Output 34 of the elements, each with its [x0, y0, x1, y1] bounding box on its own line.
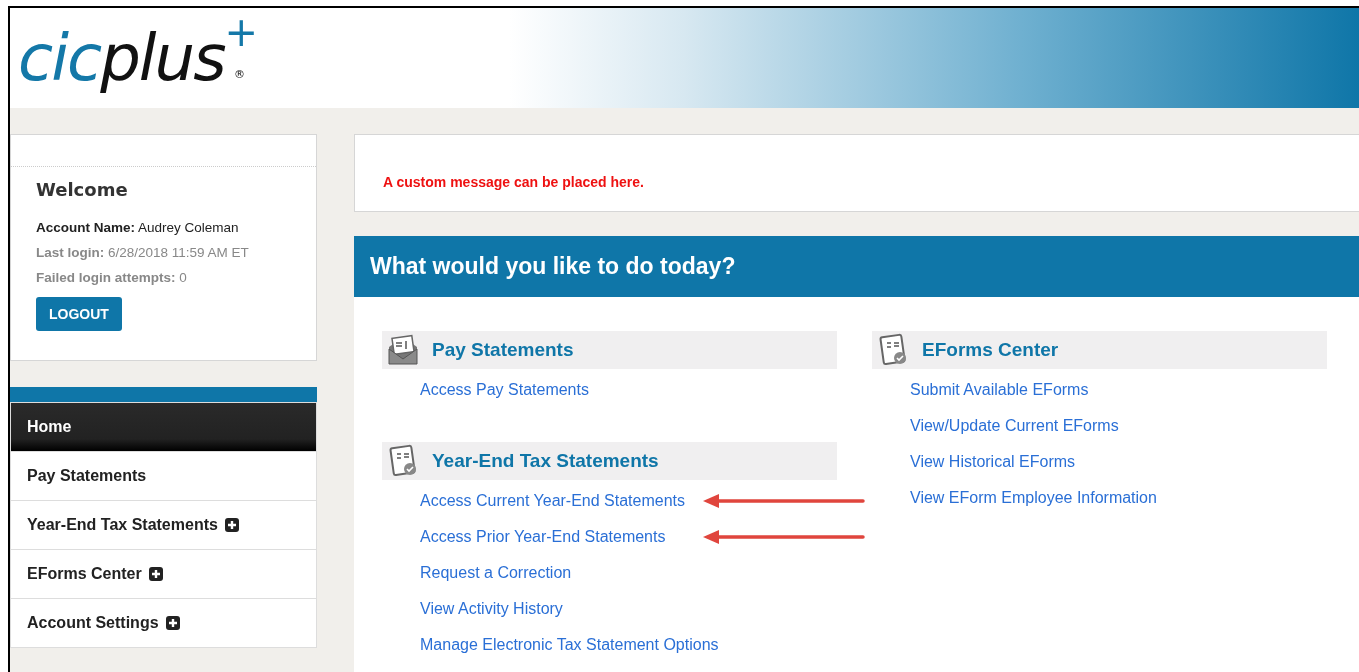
- section-title: Pay Statements: [432, 339, 574, 361]
- welcome-title: Welcome: [36, 179, 129, 200]
- action-link[interactable]: Access Pay Statements: [420, 381, 589, 399]
- nav-item[interactable]: EForms Center: [11, 549, 316, 598]
- action-link[interactable]: Submit Available EForms: [910, 381, 1089, 399]
- logout-button[interactable]: LOGOUT: [36, 297, 122, 331]
- action-link[interactable]: Access Prior Year-End Statements: [420, 528, 666, 546]
- expand-icon[interactable]: [148, 567, 163, 581]
- action-link[interactable]: Access Current Year-End Statements: [420, 492, 686, 510]
- nav-label: Home: [27, 418, 72, 436]
- action-link[interactable]: View EForm Employee Information: [910, 489, 1157, 507]
- section-title: Year-End Tax Statements: [432, 450, 659, 472]
- nav-item[interactable]: Year-End Tax Statements: [11, 500, 316, 549]
- failed-login-attempts: Failed login attempts: 0: [36, 270, 188, 285]
- action-link[interactable]: View/Update Current EForms: [910, 417, 1119, 435]
- action-link[interactable]: View Activity History: [420, 600, 563, 618]
- nav-label: Account Settings: [27, 614, 159, 632]
- envelope-icon: [386, 333, 420, 367]
- custom-message: A custom message can be placed here.: [383, 174, 644, 190]
- nav-label: Year-End Tax Statements: [27, 516, 218, 534]
- expand-icon[interactable]: [224, 518, 239, 532]
- action-link[interactable]: View Historical EForms: [910, 453, 1076, 471]
- account-name: Account Name: Audrey Coleman: [36, 220, 240, 235]
- expand-icon[interactable]: [165, 616, 180, 630]
- section-title: EForms Center: [922, 339, 1059, 361]
- nav-item[interactable]: Pay Statements: [11, 451, 316, 500]
- nav-item[interactable]: Home: [11, 403, 316, 451]
- nav-item[interactable]: Account Settings: [11, 598, 316, 647]
- section-banner: What would you like to do today?: [354, 236, 1359, 297]
- action-link[interactable]: Manage Electronic Tax Statement Options: [420, 636, 719, 654]
- action-link[interactable]: Request a Correction: [420, 564, 572, 582]
- nav-label: Pay Statements: [27, 467, 147, 485]
- last-login: Last login: 6/28/2018 11:59 AM ET: [36, 245, 250, 260]
- nav-label: EForms Center: [27, 565, 142, 583]
